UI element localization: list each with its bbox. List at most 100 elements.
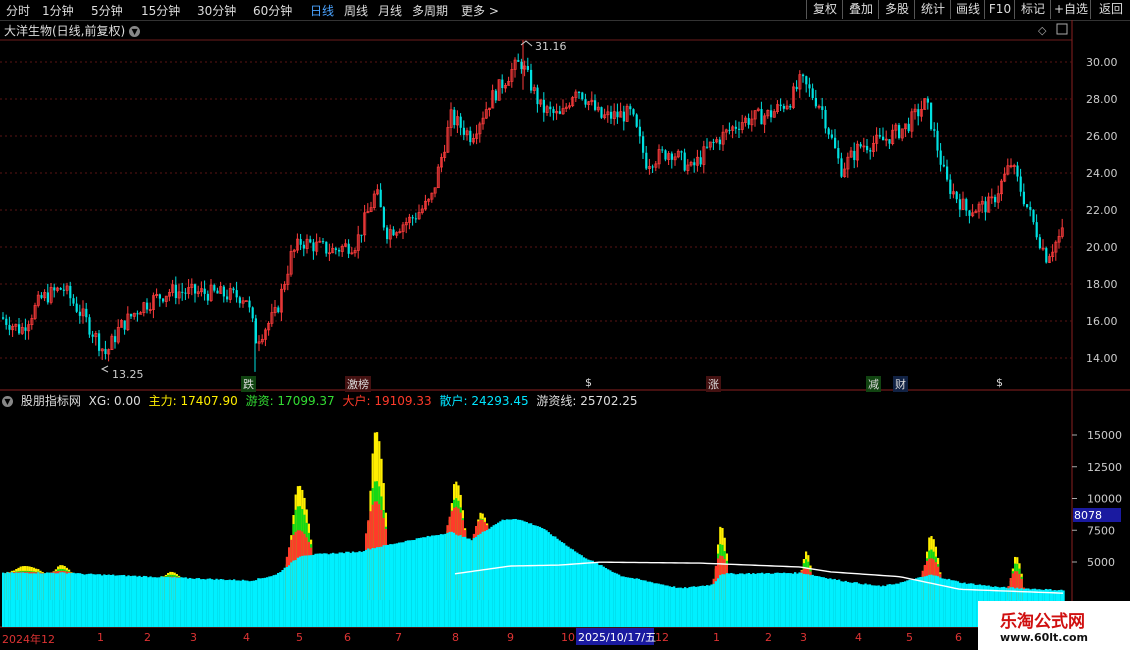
retail-bar bbox=[534, 525, 537, 627]
retail-bar bbox=[406, 540, 410, 627]
maximize-icon bbox=[1056, 23, 1068, 35]
retail-bar bbox=[624, 577, 627, 627]
candle-body bbox=[251, 307, 254, 319]
retail-bar bbox=[948, 578, 951, 627]
retail-bar bbox=[457, 535, 460, 627]
retail-bar bbox=[833, 578, 836, 627]
retail-bar bbox=[373, 548, 377, 627]
retail-bar bbox=[461, 536, 465, 627]
retail-bar bbox=[831, 579, 834, 627]
indicator-tick-label: 10000 bbox=[1087, 493, 1122, 506]
retail-bar bbox=[829, 578, 832, 627]
retail-bar bbox=[532, 525, 535, 627]
retail-bar bbox=[503, 520, 506, 627]
retail-bar bbox=[338, 552, 341, 627]
retail-bar bbox=[272, 575, 275, 627]
retail-bar bbox=[178, 577, 181, 627]
candle-body bbox=[494, 90, 497, 101]
retail-bar bbox=[48, 572, 51, 627]
retail-bar bbox=[217, 579, 220, 627]
retail-bar bbox=[699, 585, 702, 627]
retail-bar bbox=[244, 580, 247, 627]
candle-body bbox=[1026, 204, 1029, 207]
hot-money-value: 游资: 17099.37 bbox=[245, 394, 335, 408]
watermark-url: www.60lt.com bbox=[1000, 631, 1089, 644]
retail-bar bbox=[182, 577, 185, 627]
retail-bar bbox=[642, 580, 645, 627]
candle-body bbox=[338, 249, 341, 252]
retail-bar bbox=[745, 573, 748, 627]
retail-bar bbox=[677, 587, 680, 627]
cursor-date-label: 2025/10/17/五 bbox=[578, 631, 656, 644]
retail-bar bbox=[437, 535, 440, 627]
retail-bar bbox=[851, 582, 854, 627]
retail-bar bbox=[728, 573, 731, 627]
retail-value: 散户: 24293.45 bbox=[439, 394, 529, 408]
retail-bar bbox=[120, 575, 124, 627]
retail-bar bbox=[171, 577, 174, 627]
retail-bar bbox=[228, 579, 231, 627]
candle-body bbox=[1029, 206, 1032, 210]
candle-body bbox=[936, 130, 939, 151]
candle-body bbox=[104, 348, 107, 355]
retail-bar bbox=[591, 560, 594, 627]
xaxis-label: 6 bbox=[955, 631, 962, 644]
retail-bar bbox=[402, 542, 405, 627]
marker-cai: 财 bbox=[893, 376, 908, 392]
retail-bar bbox=[202, 578, 205, 627]
price-tick-label: 16.00 bbox=[1086, 315, 1118, 328]
candle-body bbox=[824, 109, 827, 129]
main-force-value: 主力: 17407.90 bbox=[148, 394, 238, 408]
candle-body bbox=[213, 285, 216, 291]
candle-body bbox=[779, 104, 782, 106]
retail-bar bbox=[151, 577, 154, 627]
retail-bar bbox=[882, 585, 885, 627]
retail-bar bbox=[318, 553, 322, 627]
candle-body bbox=[158, 294, 161, 299]
stock-name[interactable]: 大洋生物(日线,前复权) bbox=[4, 24, 125, 38]
candle-body bbox=[638, 126, 641, 137]
retail-bar bbox=[173, 576, 176, 627]
retail-bar bbox=[450, 531, 454, 627]
indicator-tick-label: 7500 bbox=[1087, 524, 1115, 537]
retail-bar bbox=[81, 573, 84, 627]
retail-bar bbox=[695, 586, 698, 627]
retail-bar bbox=[118, 575, 121, 627]
candle-body bbox=[939, 150, 942, 165]
chevron-down-icon[interactable]: ▼ bbox=[129, 26, 141, 37]
retail-bar bbox=[26, 572, 29, 627]
retail-bar bbox=[356, 552, 359, 627]
retail-bar bbox=[736, 574, 740, 627]
retail-bar bbox=[805, 574, 808, 627]
retail-bar bbox=[195, 578, 198, 627]
candle-body bbox=[907, 123, 910, 132]
retail-bar bbox=[838, 579, 841, 627]
retail-bar bbox=[813, 575, 817, 627]
candle-body bbox=[965, 199, 968, 211]
retail-bar bbox=[646, 581, 649, 627]
candle-body bbox=[181, 291, 184, 293]
candle-body bbox=[882, 136, 885, 141]
xaxis-label: 1 bbox=[713, 631, 720, 644]
retail-bar bbox=[752, 573, 755, 627]
chevron-down-icon[interactable]: ▼ bbox=[2, 396, 13, 407]
retail-bar bbox=[673, 586, 676, 627]
retail-bar bbox=[706, 585, 709, 627]
retail-bar bbox=[316, 553, 319, 627]
retail-bar bbox=[719, 575, 722, 627]
retail-bar bbox=[147, 577, 150, 627]
stock-title[interactable]: 大洋生物(日线,前复权) ▼ bbox=[4, 22, 141, 39]
candle-body bbox=[536, 87, 539, 105]
retail-bar bbox=[899, 582, 902, 627]
retail-bar bbox=[692, 586, 696, 627]
retail-bar bbox=[794, 572, 797, 627]
retail-bar bbox=[611, 571, 614, 627]
retail-bar bbox=[398, 542, 401, 627]
indicator-name[interactable]: 股朋指标网 bbox=[21, 394, 81, 408]
retail-bar bbox=[19, 572, 22, 627]
candle-body bbox=[808, 84, 811, 89]
marker-jibang: 激榜 bbox=[345, 376, 371, 392]
retail-bar bbox=[127, 575, 130, 627]
retail-bar bbox=[648, 581, 652, 627]
retail-bar bbox=[688, 587, 691, 627]
